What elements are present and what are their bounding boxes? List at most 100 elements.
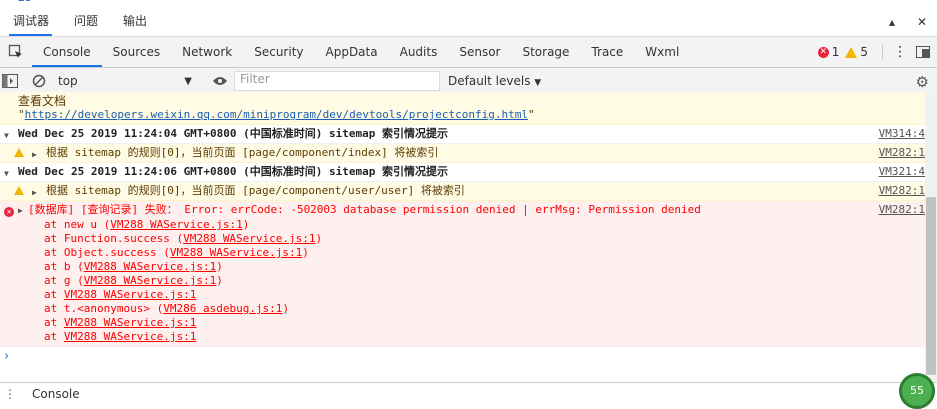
stack-frame: at Object.success (VM288 WAService.js:1) xyxy=(18,246,875,260)
warning-count-badge[interactable]: 5 xyxy=(845,45,868,59)
stack-frame-suffix: ) xyxy=(282,302,290,315)
stack-frame: at new u (VM288 WAService.js:1) xyxy=(18,218,875,232)
stack-frame-suffix: ) xyxy=(216,274,223,287)
tab-sources[interactable]: Sources xyxy=(102,37,171,67)
stack-frame-link[interactable]: VM288 WAService.js:1 xyxy=(170,246,302,259)
expand-triangle-icon[interactable]: ▶ xyxy=(32,148,42,162)
group-message-2[interactable]: ▼ Wed Dec 25 2019 11:24:06 GMT+0800 (中国标… xyxy=(0,163,925,182)
stack-frame-prefix: at new u ( xyxy=(44,218,111,231)
clear-console-icon[interactable] xyxy=(32,74,46,88)
stack-frame: at VM288 WAService.js:1 xyxy=(18,316,875,330)
tab-trace[interactable]: Trace xyxy=(580,37,634,67)
expand-triangle-icon[interactable]: ▶ xyxy=(32,186,42,200)
doc-message: 查看文档 "https://developers.weixin.qq.com/m… xyxy=(0,92,925,125)
warning-icon xyxy=(14,185,24,199)
drawer-menu-icon[interactable]: ⋮ xyxy=(0,387,20,401)
expand-triangle-icon[interactable]: ▶ xyxy=(18,204,28,218)
stack-frame: at b (VM288 WAService.js:1) xyxy=(18,260,875,274)
settings-gear-icon[interactable]: ⚙ xyxy=(916,73,929,91)
tab-wxml[interactable]: Wxml xyxy=(634,37,690,67)
doc-quote-close: " xyxy=(527,108,535,121)
dropdown-arrow-icon: ▼ xyxy=(184,75,192,87)
source-link[interactable]: VM314:4 xyxy=(879,127,925,141)
expand-triangle-icon[interactable]: ▼ xyxy=(4,167,14,181)
source-link[interactable]: VM321:4 xyxy=(879,165,925,179)
tab-debugger[interactable]: 调试器 xyxy=(0,7,61,36)
stack-frame: at VM288 WAService.js:1 xyxy=(18,288,875,302)
context-select-value: top xyxy=(58,74,78,88)
doc-quote-open: " xyxy=(18,108,25,121)
floating-badge[interactable]: 55 xyxy=(899,373,935,409)
stack-frame-link[interactable]: VM286 asdebug.js:1 xyxy=(163,302,282,315)
panel-tabs: 调试器 问题 输出 ▴ ✕ xyxy=(0,7,937,37)
warning-message-2: ▶ 根据 sitemap 的规则[0]，当前页面 [page/component… xyxy=(0,182,925,201)
drawer-bar: ⋮ Console 55 xyxy=(0,373,937,409)
stack-frame-prefix: at Object.success ( xyxy=(44,246,170,259)
prompt-chevron-icon: › xyxy=(4,349,10,364)
sidebar-toggle-icon[interactable] xyxy=(2,74,18,88)
tab-appdata[interactable]: AppData xyxy=(315,37,389,67)
warning-count: 5 xyxy=(860,45,868,59)
stack-frame-link[interactable]: VM288 WAService.js:1 xyxy=(84,274,216,287)
dropdown-arrow-icon: ▼ xyxy=(534,78,542,88)
source-link[interactable]: VM282:1 xyxy=(879,203,925,217)
tab-network[interactable]: Network xyxy=(171,37,243,67)
tab-audits[interactable]: Audits xyxy=(389,37,449,67)
tab-storage[interactable]: Storage xyxy=(511,37,580,67)
inspect-element-icon[interactable] xyxy=(0,37,32,67)
tab-security[interactable]: Security xyxy=(243,37,314,67)
warning-icon xyxy=(845,46,858,58)
doc-link[interactable]: https://developers.weixin.qq.com/minipro… xyxy=(25,108,528,121)
stack-frame-prefix: at Function.success ( xyxy=(44,232,184,245)
stack-frame: at t.<anonymous> (VM286 asdebug.js:1) xyxy=(18,302,875,316)
stack-frame-prefix: at xyxy=(44,316,64,329)
context-select[interactable]: top ▼ xyxy=(50,70,200,92)
stack-frame-prefix: at b ( xyxy=(44,260,84,273)
stack-frame-prefix: at xyxy=(44,288,64,301)
top-strip: 25 xyxy=(0,0,937,7)
close-icon[interactable]: ✕ xyxy=(907,15,937,29)
log-levels-dropdown[interactable]: Default levels ▼ xyxy=(448,74,541,88)
group-title: Wed Dec 25 2019 11:24:06 GMT+0800 (中国标准时… xyxy=(18,165,449,178)
stack-frame-link[interactable]: VM288 WAService.js:1 xyxy=(64,288,196,301)
group-title: Wed Dec 25 2019 11:24:04 GMT+0800 (中国标准时… xyxy=(18,127,449,140)
error-message: ✕ ▶ [数据库] [查询记录] 失败： Error: errCode: -502… xyxy=(0,201,925,347)
stack-frame-link[interactable]: VM288 WAService.js:1 xyxy=(110,218,242,231)
console-toolbar: top ▼ Filter Default levels ▼ ⚙ xyxy=(0,68,937,95)
stack-frame-link[interactable]: VM288 WAService.js:1 xyxy=(64,330,196,343)
stack-frame-suffix: ) xyxy=(242,218,250,231)
tab-sensor[interactable]: Sensor xyxy=(448,37,511,67)
dock-side-icon[interactable] xyxy=(909,46,937,58)
warning-text: 根据 sitemap 的规则[0]，当前页面 [page/component/i… xyxy=(46,146,439,159)
tab-issues[interactable]: 问题 xyxy=(61,7,110,36)
stack-frame-link[interactable]: VM288 WAService.js:1 xyxy=(64,316,196,329)
tab-console[interactable]: Console xyxy=(32,37,102,67)
console-prompt[interactable]: › xyxy=(0,346,925,367)
error-count-badge[interactable]: ✕ 1 xyxy=(817,45,840,59)
live-expression-eye-icon[interactable] xyxy=(212,76,228,86)
expand-triangle-icon[interactable]: ▼ xyxy=(4,129,14,143)
filter-input[interactable]: Filter xyxy=(234,71,440,91)
stack-frame-suffix: ) xyxy=(302,246,309,259)
devtools-tabbar: Console Sources Network Security AppData… xyxy=(0,37,937,68)
source-link[interactable]: VM282:1 xyxy=(879,184,925,198)
error-icon: ✕ xyxy=(4,204,14,218)
more-options-icon[interactable]: ⋮ xyxy=(891,44,909,60)
source-link[interactable]: VM282:1 xyxy=(879,146,925,160)
drawer-tab-console[interactable]: Console xyxy=(32,387,80,401)
log-levels-label: Default levels xyxy=(448,74,531,88)
group-message-1[interactable]: ▼ Wed Dec 25 2019 11:24:04 GMT+0800 (中国标… xyxy=(0,125,925,144)
stack-frame: at Function.success (VM288 WAService.js:… xyxy=(18,232,875,246)
console-messages: 查看文档 "https://developers.weixin.qq.com/m… xyxy=(0,92,925,376)
tab-output[interactable]: 输出 xyxy=(110,7,159,36)
scrollbar[interactable] xyxy=(925,92,937,384)
error-icon: ✕ xyxy=(817,46,829,58)
stack-frame: at g (VM288 WAService.js:1) xyxy=(18,274,875,288)
error-count: 1 xyxy=(831,45,840,59)
doc-title: 查看文档 xyxy=(18,94,67,108)
error-stack-trace: at new u (VM288 WAService.js:1) at Functi… xyxy=(18,218,875,344)
scrollbar-thumb[interactable] xyxy=(926,197,936,375)
stack-frame-link[interactable]: VM288 WAService.js:1 xyxy=(84,260,216,273)
collapse-up-icon[interactable]: ▴ xyxy=(877,15,907,29)
stack-frame-link[interactable]: VM288 WAService.js:1 xyxy=(183,232,315,245)
